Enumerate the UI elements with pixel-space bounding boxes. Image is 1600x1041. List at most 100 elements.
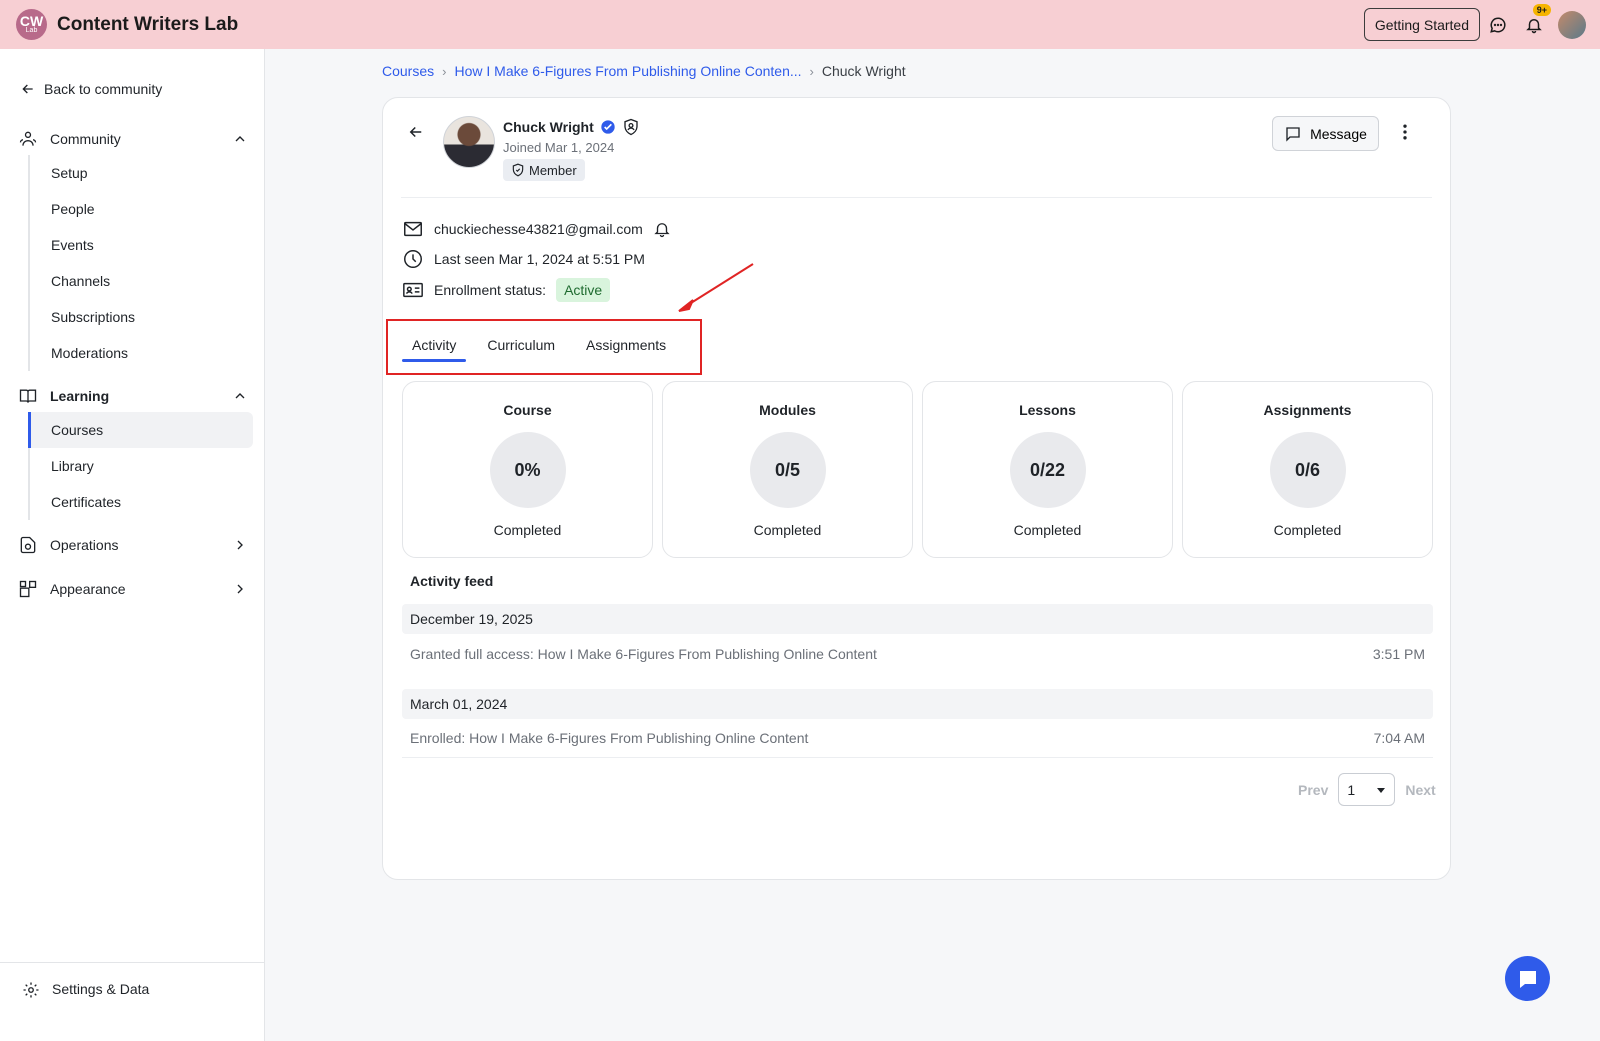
breadcrumb: Courses › How I Make 6-Figures From Publ…: [382, 63, 906, 79]
enrollment-status-badge: Active: [556, 278, 611, 302]
community-sub-list: Setup People Events Channels Subscriptio…: [28, 155, 253, 371]
arrow-left-icon: [22, 84, 33, 94]
stat-card-assignments: Assignments 0/6 Completed: [1182, 381, 1433, 558]
next-page-button[interactable]: Next: [1405, 782, 1435, 798]
last-seen: Last seen Mar 1, 2024 at 5:51 PM: [434, 251, 645, 267]
enrollment-row: Enrollment status: Active: [402, 278, 611, 302]
back-to-community-link[interactable]: Back to community: [20, 81, 162, 97]
stat-value: 0/22: [1009, 432, 1086, 508]
back-arrow-icon[interactable]: [407, 123, 425, 146]
operations-label: Operations: [50, 537, 119, 553]
sidebar-item-library[interactable]: Library: [30, 448, 253, 484]
book-icon: [19, 389, 37, 403]
prev-page-button[interactable]: Prev: [1298, 782, 1328, 798]
feed-item-time: 7:04 AM: [1373, 730, 1425, 746]
stat-card-modules: Modules 0/5 Completed: [662, 381, 913, 558]
app-logo[interactable]: CW Lab: [16, 9, 47, 40]
appearance-icon: [19, 580, 37, 598]
feed-item: Granted full access: How I Make 6-Figure…: [402, 635, 1433, 673]
sidebar-item-moderations[interactable]: Moderations: [30, 335, 253, 371]
breadcrumb-current: Chuck Wright: [821, 63, 906, 79]
member-email[interactable]: chuckiechesse43821@gmail.com: [434, 221, 643, 237]
settings-data-link[interactable]: Settings & Data: [0, 962, 264, 1041]
message-label: Message: [1310, 125, 1367, 142]
feed-item-time: 3:51 PM: [1372, 646, 1425, 662]
divider: [401, 197, 1432, 198]
chevron-up-icon: [235, 393, 245, 399]
chat-icon[interactable]: [1480, 8, 1516, 41]
user-avatar[interactable]: [1558, 10, 1586, 39]
bell-icon: [654, 223, 670, 238]
message-icon: [1286, 126, 1300, 142]
pagination: Prev 1 Next: [1298, 773, 1436, 806]
nav-section-operations[interactable]: Operations: [18, 532, 248, 558]
app-title[interactable]: Content Writers Lab: [57, 14, 238, 36]
sidebar-item-people[interactable]: People: [30, 191, 253, 227]
feed-date-header: March 01, 2024: [402, 689, 1433, 719]
settings-label: Settings & Data: [52, 981, 150, 997]
operations-icon: [20, 536, 36, 554]
sidebar-item-channels[interactable]: Channels: [30, 263, 253, 299]
stat-sub: Completed: [1273, 522, 1342, 538]
getting-started-button[interactable]: Getting Started: [1363, 8, 1480, 41]
page-select[interactable]: 1: [1338, 773, 1396, 806]
notification-badge: 9+: [1532, 4, 1551, 16]
last-seen-row: Last seen Mar 1, 2024 at 5:51 PM: [402, 248, 645, 270]
back-to-community-label: Back to community: [44, 81, 163, 97]
stat-title: Course: [503, 402, 552, 418]
sidebar-item-courses[interactable]: Courses: [28, 412, 253, 448]
chat-bubble-icon: [1519, 970, 1536, 988]
support-chat-button[interactable]: [1505, 956, 1550, 1001]
logo-sub: Lab: [25, 26, 38, 34]
feed-item: Enrolled: How I Make 6-Figures From Publ…: [402, 719, 1433, 757]
breadcrumb-course[interactable]: How I Make 6-Figures From Publishing Onl…: [454, 63, 801, 79]
annotation-arrow: [678, 263, 754, 312]
sidebar-item-events[interactable]: Events: [30, 227, 253, 263]
sidebar-item-setup[interactable]: Setup: [30, 155, 253, 191]
stat-sub: Completed: [1013, 522, 1082, 538]
top-bar: CW Lab Content Writers Lab Getting Start…: [0, 0, 1600, 49]
clock-icon: [404, 250, 422, 268]
role-label: Member: [529, 162, 577, 178]
sidebar-item-subscriptions[interactable]: Subscriptions: [30, 299, 253, 335]
nav-section-learning[interactable]: Learning: [18, 383, 248, 409]
sidebar: Back to community Community Setup People…: [0, 49, 265, 1041]
stat-title: Assignments: [1263, 402, 1352, 418]
bell-icon[interactable]: 9+: [1516, 4, 1552, 41]
stat-title: Lessons: [1019, 402, 1076, 418]
activity-feed-title: Activity feed: [410, 573, 494, 589]
tabs-highlight-annotation: [386, 319, 702, 375]
role-badge: Member: [503, 159, 585, 181]
breadcrumb-courses[interactable]: Courses: [382, 63, 434, 79]
id-card-icon: [403, 282, 423, 298]
member-name: Chuck Wright: [503, 119, 594, 135]
sidebar-item-certificates[interactable]: Certificates: [30, 484, 253, 520]
divider: [402, 757, 1433, 758]
nav-section-appearance[interactable]: Appearance: [18, 576, 248, 602]
stat-value: 0/5: [749, 432, 826, 508]
learning-sub-list: Courses Library Certificates: [28, 412, 253, 520]
message-button[interactable]: Message: [1272, 116, 1379, 151]
chevron-right-icon: ›: [442, 63, 447, 79]
feed-item-text: Granted full access: How I Make 6-Figure…: [410, 646, 877, 662]
community-icon: [19, 131, 37, 146]
appearance-label: Appearance: [50, 581, 126, 597]
gear-icon: [23, 982, 39, 998]
mail-icon: [404, 221, 422, 237]
stat-card-lessons: Lessons 0/22 Completed: [922, 381, 1173, 558]
chevron-up-icon: [235, 136, 245, 142]
member-avatar: [443, 116, 495, 168]
chevron-right-icon: [237, 540, 243, 550]
enrollment-label: Enrollment status:: [434, 282, 547, 298]
stat-value: 0%: [489, 432, 566, 508]
member-card: Chuck Wright Joined Mar 1, 2024 Member M…: [382, 97, 1451, 880]
nav-section-community[interactable]: Community: [18, 126, 248, 152]
page-select-value: 1: [1347, 781, 1356, 798]
shield-icon: [512, 163, 524, 177]
feed-date-header: December 19, 2025: [402, 604, 1433, 634]
caret-down-icon: [1377, 787, 1386, 793]
community-label: Community: [50, 131, 121, 147]
more-options-icon[interactable]: [1395, 122, 1415, 147]
chevron-right-icon: ›: [809, 63, 814, 79]
stat-sub: Completed: [493, 522, 562, 538]
